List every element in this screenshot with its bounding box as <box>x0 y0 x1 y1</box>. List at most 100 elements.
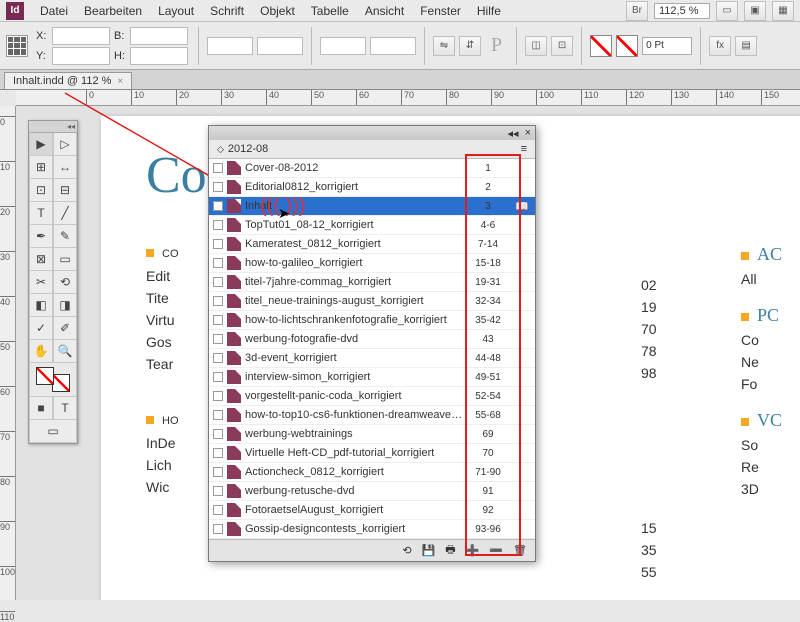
book-document-row[interactable]: Editorial0812_korrigiert2 <box>209 178 535 197</box>
book-document-row[interactable]: werbung-retusche-dvd91 <box>209 482 535 501</box>
book-document-row[interactable]: Gossip-designcontests_korrigiert93-96 <box>209 520 535 539</box>
checkbox[interactable] <box>213 429 223 439</box>
line-tool[interactable]: ╱ <box>53 202 77 225</box>
free-transform-tool[interactable]: ⟲ <box>53 271 77 294</box>
apply-text-icon[interactable]: T <box>53 397 77 420</box>
menu-datei[interactable]: Datei <box>32 1 76 21</box>
book-document-row[interactable]: how-to-lichtschrankenfotografie_korrigie… <box>209 311 535 330</box>
apply-color-icon[interactable]: ■ <box>29 397 53 420</box>
checkbox[interactable] <box>213 258 223 268</box>
menu-tabelle[interactable]: Tabelle <box>303 1 357 21</box>
content-collector-tool[interactable]: ⊡ <box>29 179 53 202</box>
book-document-row[interactable]: werbung-webtrainings69 <box>209 425 535 444</box>
checkbox[interactable] <box>213 372 223 382</box>
scissors-tool[interactable]: ✂ <box>29 271 53 294</box>
fill-swatch[interactable] <box>590 35 612 57</box>
book-document-row[interactable]: 3d-event_korrigiert44-48 <box>209 349 535 368</box>
gradient-feather-tool[interactable]: ◨ <box>53 294 77 317</box>
select-container-icon[interactable]: ◫ <box>525 36 547 56</box>
eyedropper-tool[interactable]: ✐ <box>53 317 77 340</box>
zoom-level[interactable]: 112,5 % <box>654 3 710 19</box>
panel-tab[interactable]: ◇2012-08≡ <box>209 140 535 159</box>
bridge-icon[interactable]: Br <box>626 1 648 21</box>
book-document-row[interactable]: titel_neue-trainings-august_korrigiert32… <box>209 292 535 311</box>
close-icon[interactable]: × <box>117 76 123 87</box>
book-document-row[interactable]: titel-7jahre-commag_korrigiert19-31 <box>209 273 535 292</box>
panel-header[interactable]: ◂◂ × <box>209 126 535 140</box>
panel-grip[interactable]: ◂◂ <box>29 121 77 133</box>
direct-selection-tool[interactable]: ▷ <box>53 133 77 156</box>
menu-fenster[interactable]: Fenster <box>412 1 469 21</box>
menu-ansicht[interactable]: Ansicht <box>357 1 412 21</box>
book-document-row[interactable]: werbung-fotografie-dvd43 <box>209 330 535 349</box>
book-document-row[interactable]: interview-simon_korrigiert49-51 <box>209 368 535 387</box>
rectangle-frame-tool[interactable]: ⊠ <box>29 248 53 271</box>
type-tool[interactable]: T <box>29 202 53 225</box>
book-document-row[interactable]: Virtuelle Heft-CD_pdf-tutorial_korrigier… <box>209 444 535 463</box>
book-document-row[interactable]: Actioncheck_0812_korrigiert71-90 <box>209 463 535 482</box>
menu-objekt[interactable]: Objekt <box>252 1 303 21</box>
print-icon[interactable]: 🖶 <box>445 541 455 560</box>
checkbox[interactable] <box>213 296 223 306</box>
book-document-row[interactable]: Inhalt3📖 <box>209 197 535 216</box>
content-placer-tool[interactable]: ⊟ <box>53 179 77 202</box>
close-icon[interactable]: × <box>525 127 531 139</box>
checkbox[interactable] <box>213 391 223 401</box>
rectangle-tool[interactable]: ▭ <box>53 248 77 271</box>
normal-view-icon[interactable]: ▭ <box>29 420 77 443</box>
gap-tool[interactable]: ↔ <box>53 156 77 179</box>
stroke-weight-input[interactable] <box>642 37 692 55</box>
book-document-row[interactable]: Kameratest_0812_korrigiert7-14 <box>209 235 535 254</box>
stroke-color-icon[interactable] <box>52 374 70 392</box>
flip-h-icon[interactable]: ⇋ <box>433 36 455 56</box>
flip-v-icon[interactable]: ⇵ <box>459 36 481 56</box>
w-input[interactable] <box>130 27 188 45</box>
checkbox[interactable] <box>213 486 223 496</box>
book-document-row[interactable]: Cover-08-20121 <box>209 159 535 178</box>
remove-document-icon[interactable]: ➖ <box>489 544 503 557</box>
menu-hilfe[interactable]: Hilfe <box>469 1 509 21</box>
checkbox[interactable] <box>213 505 223 515</box>
zoom-tool[interactable]: 🔍 <box>53 340 77 363</box>
menu-layout[interactable]: Layout <box>150 1 202 21</box>
checkbox[interactable] <box>213 524 223 534</box>
checkbox[interactable] <box>213 448 223 458</box>
rotate-input[interactable] <box>320 37 366 55</box>
book-document-row[interactable]: TopTut01_08-12_korrigiert4-6 <box>209 216 535 235</box>
menu-bearbeiten[interactable]: Bearbeiten <box>76 1 150 21</box>
gradient-swatch-tool[interactable]: ◧ <box>29 294 53 317</box>
pencil-tool[interactable]: ✎ <box>53 225 77 248</box>
checkbox[interactable] <box>213 182 223 192</box>
h-input[interactable] <box>130 47 188 65</box>
x-input[interactable] <box>52 27 110 45</box>
panel-menu-icon[interactable]: ≡ <box>521 143 527 155</box>
y-input[interactable] <box>52 47 110 65</box>
menu-schrift[interactable]: Schrift <box>202 1 252 21</box>
screen-mode-icon[interactable]: ▣ <box>744 1 766 21</box>
checkbox[interactable] <box>213 410 223 420</box>
book-document-row[interactable]: FotoraetselAugust_korrigiert92 <box>209 501 535 520</box>
reference-point-icon[interactable] <box>6 35 28 57</box>
book-document-row[interactable]: vorgestellt-panic-coda_korrigiert52-54 <box>209 387 535 406</box>
pen-tool[interactable]: ✒ <box>29 225 53 248</box>
scale-x-input[interactable] <box>207 37 253 55</box>
note-tool[interactable]: ✓ <box>29 317 53 340</box>
wrap-icon[interactable]: ▤ <box>735 36 757 56</box>
page-tool[interactable]: ⊞ <box>29 156 53 179</box>
selection-tool[interactable]: ▶ <box>29 133 53 156</box>
fill-stroke-swatch[interactable] <box>29 363 77 397</box>
collapse-icon[interactable]: ◂◂ <box>508 127 519 140</box>
select-content-icon[interactable]: ⊡ <box>551 36 573 56</box>
arrange-icon[interactable]: ▦ <box>772 1 794 21</box>
checkbox[interactable] <box>213 467 223 477</box>
checkbox[interactable] <box>213 334 223 344</box>
checkbox[interactable] <box>213 277 223 287</box>
add-document-icon[interactable]: ➕ <box>466 544 480 557</box>
shear-input[interactable] <box>370 37 416 55</box>
checkbox[interactable] <box>213 201 223 211</box>
checkbox[interactable] <box>213 163 223 173</box>
document-tab[interactable]: Inhalt.indd @ 112 % × <box>4 72 132 89</box>
view-mode-icon[interactable]: ▭ <box>716 1 738 21</box>
save-icon[interactable]: 💾 <box>422 544 436 557</box>
fill-color-icon[interactable] <box>36 367 54 385</box>
